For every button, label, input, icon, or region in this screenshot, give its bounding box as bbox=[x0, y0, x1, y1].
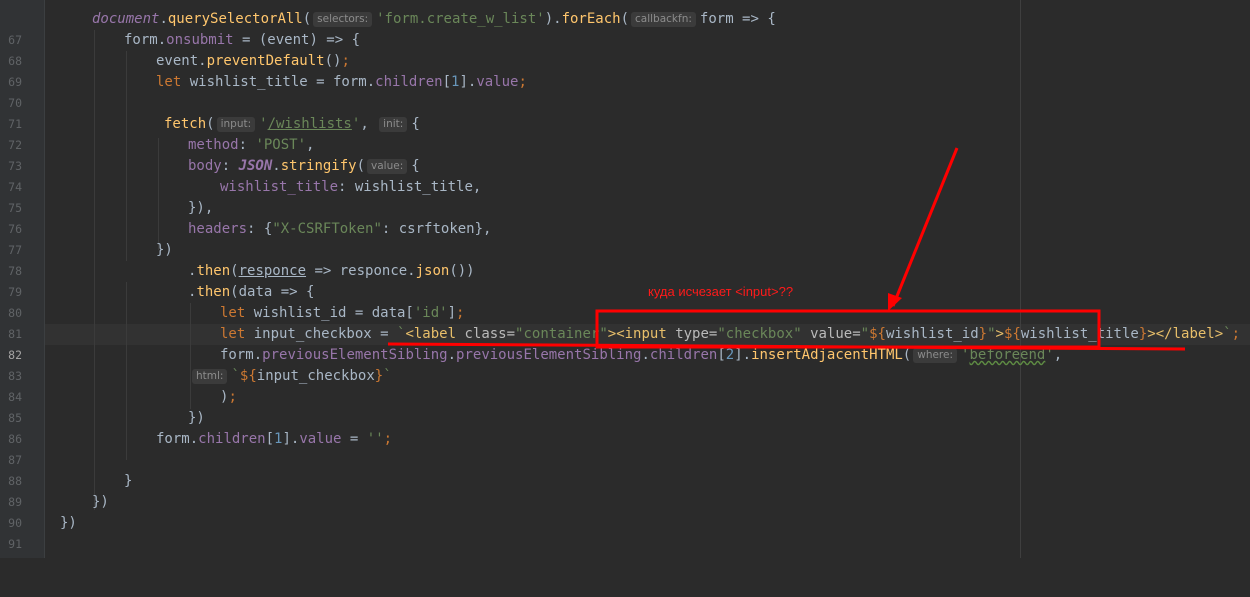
code-line[interactable]: 68 form.onsubmit = (event) => { bbox=[0, 30, 360, 68]
param-hint: where: bbox=[913, 348, 958, 363]
annotation-arrow-line bbox=[891, 147, 959, 307]
line-number: 91 bbox=[8, 537, 22, 551]
code-text[interactable]: body: JSON.stringify(value:{ bbox=[188, 156, 420, 177]
code-line[interactable]: 77 headers: {"X-CSRFToken": csrftoken}, bbox=[0, 219, 491, 257]
code-text[interactable]: let wishlist_id = data['id']; bbox=[220, 303, 464, 324]
annotation-text: куда исчезает <input>?? bbox=[648, 284, 794, 299]
code-line[interactable]: 78 }) bbox=[0, 240, 173, 278]
code-text[interactable]: let input_checkbox = `<label class="cont… bbox=[220, 324, 1240, 345]
code-line[interactable]: 87 form.children[1].value = ''; bbox=[0, 429, 392, 467]
code-line[interactable]: 73 method: 'POST', bbox=[0, 135, 314, 173]
code-text[interactable]: html: `${input_checkbox}` bbox=[190, 366, 392, 387]
code-text[interactable]: form.previousElementSibling.previousElem… bbox=[220, 345, 1062, 366]
code-text[interactable]: method: 'POST', bbox=[188, 135, 314, 156]
code-text[interactable]: form.onsubmit = (event) => { bbox=[124, 30, 360, 51]
code-text[interactable]: headers: {"X-CSRFToken": csrftoken}, bbox=[188, 219, 491, 240]
code-text[interactable]: let wishlist_title = form.children[1].va… bbox=[156, 72, 527, 93]
param-hint: html: bbox=[192, 369, 228, 384]
indent-guide bbox=[126, 282, 127, 460]
code-line[interactable]: 67 document.querySelectorAll(selectors: '… bbox=[0, 9, 776, 47]
param-hint: init: bbox=[379, 117, 408, 132]
param-hint: input: bbox=[216, 117, 256, 132]
param-hint: selectors: bbox=[313, 12, 373, 27]
code-line[interactable]: 88 bbox=[0, 450, 34, 488]
param-hint: callbackfn: bbox=[631, 12, 696, 27]
code-line[interactable]: 75 wishlist_title: wishlist_title, bbox=[0, 177, 481, 215]
code-text[interactable]: wishlist_title: wishlist_title, bbox=[220, 177, 481, 198]
code-text[interactable]: .then(data => { bbox=[188, 282, 314, 303]
code-line[interactable]: 89 } bbox=[0, 471, 132, 509]
indent-guide bbox=[190, 303, 191, 409]
code-line[interactable]: 86 }) bbox=[0, 408, 205, 446]
code-text[interactable]: }) bbox=[92, 492, 109, 513]
right-margin-guide bbox=[1020, 0, 1021, 558]
code-text[interactable]: form.children[1].value = ''; bbox=[156, 429, 392, 450]
indent-guide bbox=[94, 30, 95, 510]
code-line[interactable]: 70 let wishlist_title = form.children[1]… bbox=[0, 72, 527, 110]
code-line[interactable]: 91 }) bbox=[0, 513, 77, 551]
code-line[interactable]: 85 ); bbox=[0, 387, 237, 425]
indent-guide bbox=[126, 51, 127, 261]
code-text[interactable]: }) bbox=[156, 240, 173, 261]
code-text[interactable]: ); bbox=[220, 387, 237, 408]
code-line[interactable]: 76 }), bbox=[0, 198, 213, 236]
code-line-current[interactable]: 82 let input_checkbox = `<label class="c… bbox=[0, 324, 1240, 362]
code-text[interactable]: document.querySelectorAll(selectors:'for… bbox=[92, 9, 776, 30]
code-line[interactable]: 72 fetch(input: '/wishlists', init:{ bbox=[0, 114, 420, 152]
code-line[interactable]: 69 event.preventDefault(); bbox=[0, 51, 350, 89]
code-text[interactable]: }), bbox=[188, 198, 213, 219]
code-line[interactable]: 80 .then(data => { bbox=[0, 282, 314, 320]
code-text[interactable]: .then(responce => responce.json()) bbox=[188, 261, 475, 282]
code-text[interactable]: }) bbox=[60, 513, 77, 534]
code-line[interactable]: 71 bbox=[0, 93, 34, 131]
code-line[interactable]: 79 .then(responce => responce.json()) bbox=[0, 261, 474, 299]
code-line[interactable]: 81 let wishlist_id = data['id']; bbox=[0, 303, 464, 341]
gutter-divider bbox=[44, 0, 45, 558]
code-text[interactable]: event.preventDefault(); bbox=[156, 51, 350, 72]
code-editor[interactable]: 67 document.querySelectorAll(selectors: '… bbox=[0, 0, 1250, 558]
code-line[interactable]: 74 body: JSON.stringify(value:{ bbox=[0, 156, 420, 194]
code-line[interactable]: 84 html: `${input_checkbox}` bbox=[0, 366, 392, 404]
code-line[interactable]: 90 }) bbox=[0, 492, 109, 530]
param-hint: value: bbox=[367, 159, 408, 174]
code-line[interactable]: 83 form.previousElementSibling.previousE… bbox=[0, 345, 1062, 383]
code-text[interactable]: } bbox=[124, 471, 132, 492]
code-text[interactable]: }) bbox=[188, 408, 205, 429]
annotation-arrow-head bbox=[888, 293, 902, 311]
indent-guide bbox=[158, 138, 159, 250]
code-text[interactable]: fetch(input: '/wishlists', init:{ bbox=[164, 114, 420, 135]
